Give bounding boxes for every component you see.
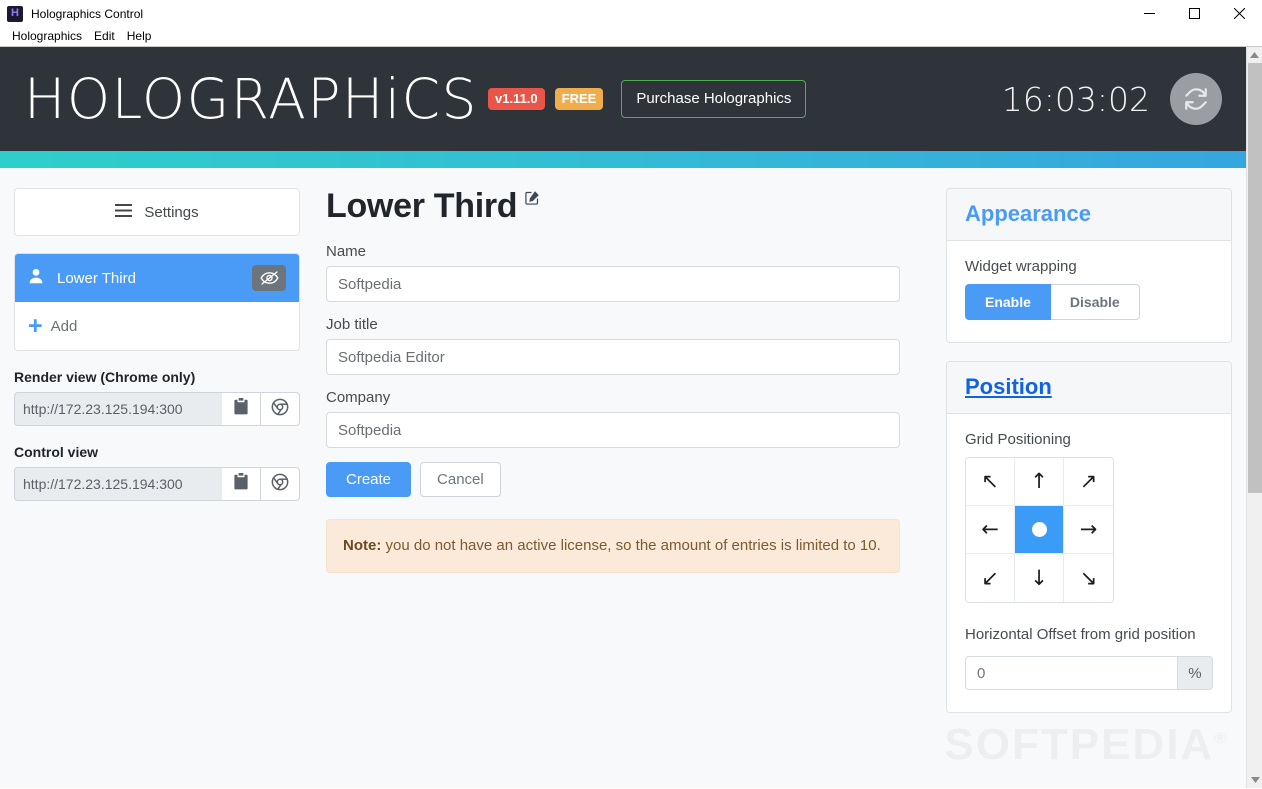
appearance-card: Appearance Widget wrapping Enable Disabl… — [946, 188, 1232, 343]
job-title-input[interactable] — [326, 339, 900, 376]
window-titlebar: H Holographics Control — [0, 0, 1262, 27]
version-badge: v1.11.0 — [487, 88, 545, 110]
settings-label: Settings — [144, 203, 199, 221]
widget-wrapping-enable-button[interactable]: Enable — [965, 284, 1051, 320]
maximize-button[interactable] — [1172, 0, 1217, 27]
grid-cell-middle-left[interactable]: ← — [966, 506, 1015, 554]
grid-cell-middle-right[interactable]: → — [1064, 506, 1113, 554]
position-card: Position Grid Positioning ↖ ↑ ↗ ← → ↙ ↓ … — [946, 361, 1232, 713]
scrollbar-thumb[interactable] — [1248, 63, 1262, 493]
control-view-row — [14, 467, 300, 501]
app-viewport: HOLOGRAPHiCS v1.11.0 FREE Purchase Holog… — [0, 47, 1262, 788]
add-widget-button[interactable]: + Add — [15, 302, 299, 350]
page-title: Lower Third — [326, 187, 518, 225]
free-badge: FREE — [554, 88, 604, 110]
app-icon: H — [7, 5, 23, 22]
control-view-copy-button[interactable] — [222, 467, 261, 501]
menu-item-help[interactable]: Help — [121, 27, 158, 46]
cancel-button[interactable]: Cancel — [420, 462, 501, 498]
appearance-card-body: Widget wrapping Enable Disable — [947, 241, 1231, 342]
grid-positioning-label: Grid Positioning — [965, 431, 1071, 448]
company-label: Company — [326, 389, 391, 407]
user-icon — [28, 268, 44, 288]
main-content: Lower Third Name Job title Company Creat… — [300, 187, 946, 573]
horizontal-offset-input[interactable] — [965, 656, 1177, 690]
control-view-url-input[interactable] — [14, 467, 222, 501]
note-text: you do not have an active license, so th… — [381, 537, 881, 555]
add-widget-label: Add — [50, 317, 78, 335]
accent-bar — [0, 151, 1246, 168]
content-row: Settings Lower Third + Add Render view (… — [0, 168, 1246, 731]
header-banner: HOLOGRAPHiCS v1.11.0 FREE Purchase Holog… — [0, 47, 1246, 151]
render-view-copy-button[interactable] — [222, 392, 261, 426]
control-view-open-button[interactable] — [261, 467, 300, 501]
job-title-label: Job title — [326, 316, 378, 334]
widget-wrapping-label: Widget wrapping — [965, 258, 1077, 275]
appearance-heading: Appearance — [965, 201, 1091, 226]
clock: 16:03:02 — [1001, 79, 1150, 119]
eye-slash-icon[interactable] — [252, 265, 286, 291]
chrome-icon — [271, 473, 289, 496]
grid-cell-bottom-right[interactable]: ↘ — [1064, 554, 1113, 602]
render-view-open-button[interactable] — [261, 392, 300, 426]
vertical-scrollbar[interactable] — [1246, 47, 1262, 788]
close-button[interactable] — [1217, 0, 1262, 27]
menubar: Holographics Edit Help — [0, 27, 1262, 47]
scroll-up-arrow-icon[interactable] — [1247, 47, 1262, 63]
control-view-title: Control view — [14, 444, 99, 460]
clipboard-icon — [234, 398, 248, 420]
refresh-icon[interactable] — [1170, 73, 1222, 125]
left-sidebar: Settings Lower Third + Add Render view (… — [14, 188, 300, 501]
header-right: 16:03:02 — [1002, 73, 1222, 125]
grid-cell-top-center[interactable]: ↑ — [1015, 458, 1064, 506]
settings-button[interactable]: Settings — [14, 188, 300, 236]
grid-positioning: ↖ ↑ ↗ ← → ↙ ↓ ↘ — [965, 457, 1114, 603]
window-title: Holographics Control — [31, 6, 144, 21]
company-input[interactable] — [326, 412, 900, 449]
widget-wrapping-group: Enable Disable — [965, 284, 1213, 320]
menu-item-holographics[interactable]: Holographics — [6, 27, 88, 46]
purchase-holographics-button[interactable]: Purchase Holographics — [621, 79, 807, 119]
brand-logo: HOLOGRAPHiCS — [24, 66, 478, 131]
appearance-card-header: Appearance — [947, 189, 1231, 241]
right-sidebar: Appearance Widget wrapping Enable Disabl… — [946, 188, 1232, 731]
grid-cell-top-right[interactable]: ↗ — [1064, 458, 1113, 506]
position-card-body: Grid Positioning ↖ ↑ ↗ ← → ↙ ↓ ↘ Horizon… — [947, 414, 1231, 712]
page-title-row: Lower Third — [326, 187, 900, 225]
position-heading[interactable]: Position — [965, 374, 1052, 399]
render-view-row — [14, 392, 300, 426]
grid-cell-bottom-center[interactable]: ↓ — [1015, 554, 1064, 602]
grid-cell-bottom-left[interactable]: ↙ — [966, 554, 1015, 602]
grid-cell-top-left[interactable]: ↖ — [966, 458, 1015, 506]
widget-wrapping-disable-button[interactable]: Disable — [1050, 284, 1140, 320]
horizontal-offset-unit: % — [1176, 656, 1213, 690]
sidebar-item-label: Lower Third — [57, 269, 136, 287]
horizontal-offset-row: % — [965, 656, 1213, 690]
center-dot-icon — [1031, 522, 1047, 537]
chrome-icon — [271, 398, 289, 421]
edit-square-icon[interactable] — [525, 190, 540, 205]
menu-item-edit[interactable]: Edit — [88, 27, 121, 46]
render-view-url-input[interactable] — [14, 392, 222, 426]
scroll-down-arrow-icon[interactable] — [1247, 772, 1262, 788]
widget-list: Lower Third + Add — [14, 253, 300, 351]
minimize-button[interactable] — [1127, 0, 1172, 27]
clipboard-icon — [234, 473, 248, 495]
render-view-title: Render view (Chrome only) — [14, 369, 196, 385]
horizontal-offset-label: Horizontal Offset from grid position — [965, 626, 1196, 643]
plus-icon: + — [28, 311, 43, 340]
hamburger-icon — [115, 203, 133, 221]
form-actions: Create Cancel — [326, 462, 900, 498]
create-button[interactable]: Create — [326, 462, 412, 498]
name-input[interactable] — [326, 266, 900, 303]
position-card-header: Position — [947, 362, 1231, 414]
name-label: Name — [326, 243, 367, 261]
window-controls — [1127, 0, 1262, 27]
grid-cell-center[interactable] — [1015, 506, 1064, 554]
app-page: HOLOGRAPHiCS v1.11.0 FREE Purchase Holog… — [0, 47, 1246, 788]
license-note: Note: you do not have an active license,… — [326, 519, 900, 573]
note-prefix: Note: — [343, 537, 382, 555]
sidebar-item-lower-third[interactable]: Lower Third — [15, 254, 299, 302]
